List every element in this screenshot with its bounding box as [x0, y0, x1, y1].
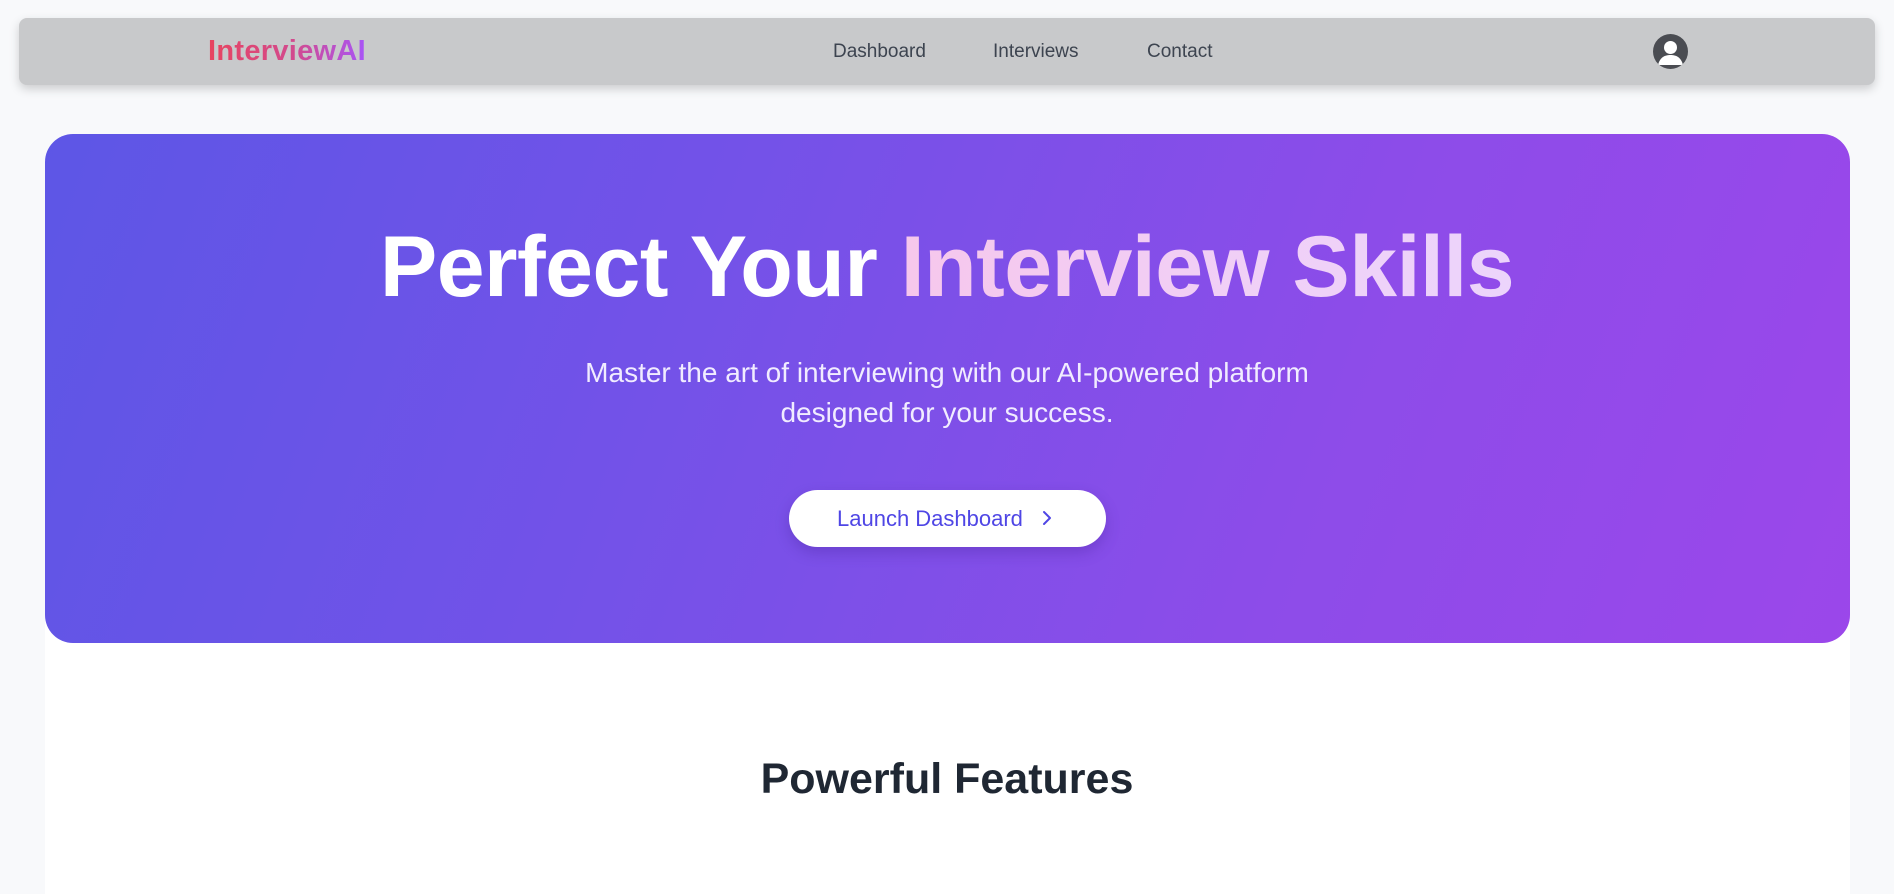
nav-link-dashboard[interactable]: Dashboard	[833, 18, 926, 85]
user-avatar-button[interactable]	[1653, 34, 1688, 69]
launch-dashboard-label: Launch Dashboard	[837, 506, 1023, 531]
nav-link-contact[interactable]: Contact	[1147, 18, 1212, 85]
nav-link-interviews[interactable]: Interviews	[993, 18, 1079, 85]
user-circle-icon	[1658, 41, 1683, 65]
hero-subtitle: Master the art of interviewing with our …	[547, 353, 1347, 433]
top-navbar: InterviewAI Dashboard Interviews Contact	[19, 18, 1875, 85]
launch-dashboard-button[interactable]: Launch Dashboard	[789, 490, 1106, 547]
hero-subtitle-line-1: Master the art of interviewing with our …	[585, 357, 1309, 388]
nav-links: Dashboard Interviews Contact	[19, 18, 1875, 85]
chevron-right-icon	[1043, 511, 1051, 525]
hero-title: Perfect Your Interview Skills	[0, 218, 1894, 317]
hero-title-main: Perfect Your	[379, 219, 878, 315]
hero-title-accent: Interview Skills	[900, 219, 1515, 315]
hero-subtitle-line-2: designed for your success.	[780, 397, 1114, 428]
features-heading: Powerful Features	[760, 755, 1134, 803]
